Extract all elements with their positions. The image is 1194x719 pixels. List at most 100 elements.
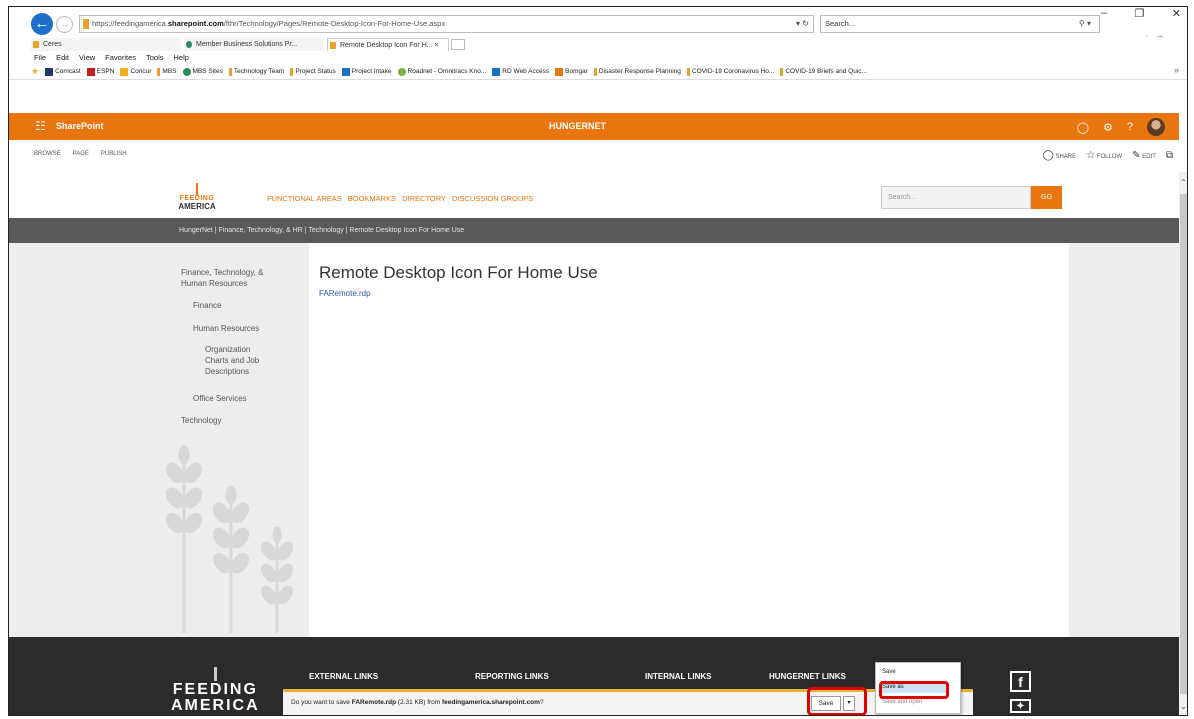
app-launcher-icon[interactable]: ☷: [35, 119, 46, 133]
settings-gear-icon[interactable]: ⚙: [1103, 121, 1113, 134]
nav-bookmarks[interactable]: BOOKMARKS: [348, 194, 396, 203]
org-line2: Charts and Job: [205, 356, 260, 365]
edit-button[interactable]: ✎ EDIT: [1132, 150, 1156, 161]
back-arrow-icon[interactable]: ←: [31, 13, 53, 35]
new-tab-button[interactable]: [451, 39, 465, 50]
site-search-placeholder: Search...: [888, 194, 917, 201]
address-bar[interactable]: https://feedingamerica.sharepoint.com/ft…: [79, 15, 814, 33]
focus-mode-icon[interactable]: ⧉: [1166, 150, 1173, 161]
ribbon-tab-browse[interactable]: BROWSE: [34, 151, 61, 157]
tab-label: Member Business Solutions Pr...: [196, 41, 298, 48]
address-row: ← → https://feedingamerica.sharepoint.co…: [9, 7, 1187, 37]
help-icon[interactable]: ?: [1127, 121, 1133, 133]
menu-tools[interactable]: Tools: [146, 52, 164, 64]
favorite-link[interactable]: Roadnet - Omnitracs Kno...: [397, 67, 487, 76]
site-search-input[interactable]: Search...: [881, 186, 1031, 209]
favorite-link[interactable]: Disaster Response Planning: [593, 67, 681, 76]
download-notification-bar: Do you want to save FARemote.rdp (2.31 K…: [283, 689, 973, 715]
refresh-icon[interactable]: ▾ ↻: [796, 16, 809, 32]
favorite-link[interactable]: COVID-19 Briefs and Quic...: [780, 67, 867, 76]
favorite-link[interactable]: Technology Team: [228, 67, 284, 76]
nav-discussion-groups[interactable]: DISCUSSION GROUPS: [452, 194, 533, 203]
ribbon-tab-publish[interactable]: PUBLISH: [101, 151, 127, 157]
favorite-link[interactable]: Comcast: [45, 67, 81, 76]
facebook-icon[interactable]: f: [1010, 671, 1031, 692]
ribbon-tab-page[interactable]: PAGE: [73, 151, 89, 157]
download-prefix: Do you want to save: [291, 699, 352, 706]
favorite-label: Roadnet - Omnitracs Kno...: [407, 68, 487, 75]
menu-favorites[interactable]: Favorites: [105, 52, 136, 64]
left-nav: Finance, Technology, & Human Resources F…: [9, 243, 309, 637]
scroll-down-icon[interactable]: ⌄: [1180, 702, 1187, 711]
close-icon[interactable]: ✕: [1172, 7, 1181, 21]
go-button[interactable]: GO: [1031, 186, 1062, 209]
favorite-label: MBS: [162, 68, 177, 75]
favorites-overflow-icon[interactable]: »: [1174, 65, 1179, 75]
favicon-icon: [780, 67, 784, 76]
share-button[interactable]: ◯ SHARE: [1043, 150, 1077, 161]
menu-file[interactable]: File: [34, 52, 46, 64]
favicon-icon: [341, 67, 350, 76]
favicon-icon: [157, 67, 161, 76]
menu-view[interactable]: View: [79, 52, 95, 64]
browser-search-box[interactable]: Search... ⚲ ▾: [820, 15, 1100, 33]
breadcrumb-text[interactable]: HungerNet | Finance, Technology, & HR | …: [179, 227, 464, 234]
org-line3: Descriptions: [205, 367, 250, 376]
favorite-link[interactable]: Bomgar: [555, 67, 588, 76]
tab-member-business[interactable]: Member Business Solutions Pr...: [184, 38, 324, 51]
left-nav-finance[interactable]: Finance: [193, 300, 221, 311]
file-link[interactable]: FARemote.rdp: [319, 289, 371, 298]
restore-icon[interactable]: ❐: [1135, 7, 1145, 21]
follow-label: FOLLOW: [1096, 154, 1123, 160]
tab-ceres[interactable]: Ceres: [31, 38, 181, 51]
browser-search-placeholder: Search...: [825, 19, 856, 28]
org-line1: Organization: [205, 345, 251, 354]
tab-remote-desktop[interactable]: Remote Desktop Icon For H... ×: [327, 38, 449, 51]
left-nav-human-resources[interactable]: Human Resources: [193, 323, 259, 334]
favorite-link[interactable]: ESPN: [86, 67, 114, 76]
left-nav-office-services[interactable]: Office Services: [193, 393, 247, 404]
footer-logo[interactable]: FEEDING AMERICA: [171, 667, 260, 714]
twitter-icon[interactable]: ✦: [1010, 699, 1031, 713]
menu-item-save[interactable]: Save: [882, 669, 896, 675]
favorite-label: COVID-19 Briefs and Quic...: [785, 68, 867, 75]
feeding-america-logo[interactable]: FEEDING AMERICA: [177, 183, 217, 213]
minimize-icon[interactable]: –: [1101, 7, 1107, 21]
footer-heading-external: EXTERNAL LINKS: [309, 672, 379, 681]
favorite-label: Project Status: [295, 68, 336, 75]
favorite-link[interactable]: MBS: [157, 67, 177, 76]
follow-button[interactable]: ☆ FOLLOW: [1086, 150, 1122, 161]
menu-bar: File Edit View Favorites Tools Help: [9, 52, 189, 64]
pencil-icon: ✎: [1132, 150, 1141, 161]
download-message: Do you want to save FARemote.rdp (2.31 K…: [291, 699, 544, 706]
scroll-up-icon[interactable]: ⌃: [1180, 178, 1187, 187]
favorite-link[interactable]: RD Web Access: [492, 67, 549, 76]
scrollbar-thumb[interactable]: [1180, 194, 1187, 694]
favorite-label: Concur: [130, 68, 152, 75]
menu-item-save-and-open[interactable]: Save and open: [882, 699, 922, 705]
search-icon[interactable]: ⚲ ▾: [1079, 16, 1091, 32]
favorite-link[interactable]: MBS Sites: [182, 67, 223, 76]
left-nav-section[interactable]: Finance, Technology, & Human Resources: [181, 267, 263, 289]
sharepoint-brand[interactable]: SharePoint: [56, 121, 104, 131]
nav-directory[interactable]: DIRECTORY: [402, 194, 446, 203]
menu-edit[interactable]: Edit: [56, 52, 69, 64]
favorite-link[interactable]: COVID-19 Coronavirus Ho...: [686, 67, 774, 76]
favorite-label: Bomgar: [565, 68, 588, 75]
left-nav-org-charts[interactable]: Organization Charts and Job Descriptions: [205, 344, 259, 377]
share-icon: ◯: [1042, 150, 1054, 161]
favicon-icon: [555, 67, 564, 76]
folder-icon: [330, 42, 336, 49]
sharepoint-icon: [186, 41, 192, 48]
page-scrollbar[interactable]: ⌃ ⌄: [1179, 172, 1187, 715]
nav-functional-areas[interactable]: FUNCTIONAL AREAS: [267, 194, 342, 203]
favorite-link[interactable]: Project Intake: [341, 67, 392, 76]
top-nav: FUNCTIONAL AREAS BOOKMARKS DIRECTORY DIS…: [267, 194, 533, 203]
avatar[interactable]: [1147, 118, 1165, 136]
left-nav-technology[interactable]: Technology: [181, 415, 221, 426]
notifications-icon[interactable]: ◯: [1077, 121, 1089, 134]
menu-help[interactable]: Help: [174, 52, 189, 64]
favorite-link[interactable]: Concur: [120, 67, 152, 76]
forward-arrow-icon[interactable]: →: [56, 16, 73, 33]
favorite-link[interactable]: Project Status: [290, 67, 336, 76]
